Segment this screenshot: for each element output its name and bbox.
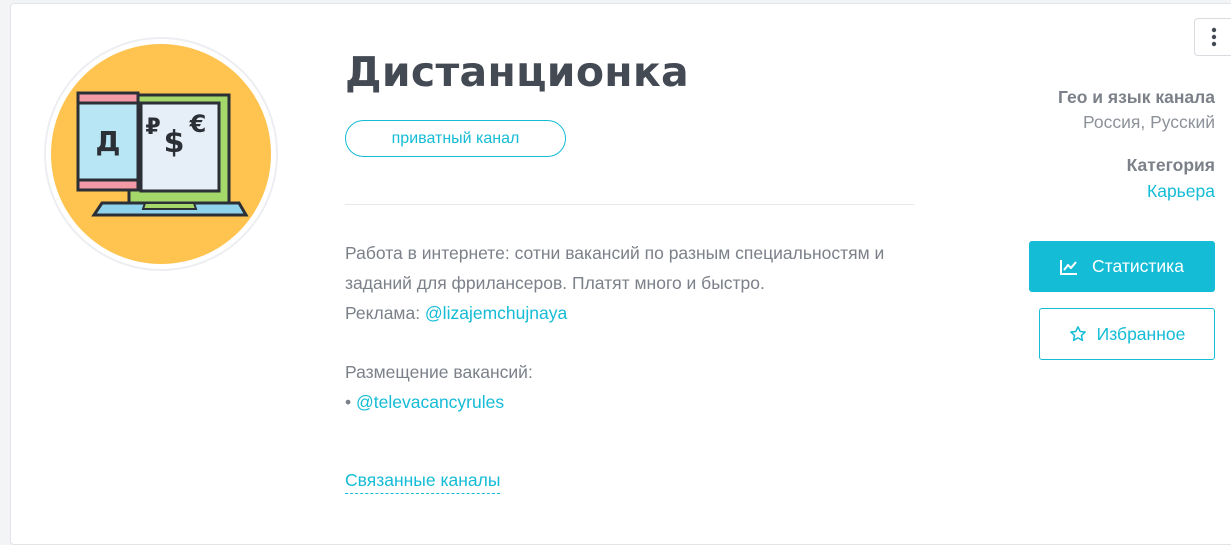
- category-link[interactable]: Карьера: [1127, 181, 1215, 202]
- description-text: Работа в интернете: сотни вакансий по ра…: [345, 243, 885, 293]
- dollar-symbol: $: [164, 125, 185, 160]
- channel-avatar: Д ₽ $ €: [44, 37, 278, 271]
- ruble-symbol: ₽: [145, 115, 160, 140]
- statistics-button[interactable]: Статистика: [1029, 241, 1215, 292]
- favorite-button[interactable]: Избранное: [1039, 308, 1215, 360]
- ad-label: Реклама:: [345, 303, 425, 323]
- category-section: Категория Карьера: [1127, 155, 1215, 202]
- vacancies-label: Размещение вакансий:: [345, 362, 533, 382]
- euro-symbol: €: [189, 110, 207, 138]
- bullet: •: [345, 392, 356, 412]
- geo-section: Гео и язык канала Россия, Русский: [1058, 87, 1215, 133]
- vacancies-contact-link[interactable]: @televacancyrules: [356, 392, 504, 412]
- ad-line: Реклама: @lizajemchujnaya: [345, 298, 925, 328]
- geo-label: Гео и язык канала: [1057, 87, 1215, 107]
- divider: [345, 204, 914, 205]
- vacancies-line: • @televacancyrules: [345, 387, 925, 417]
- private-channel-badge[interactable]: приватный канал: [345, 120, 566, 157]
- category-label: Категория: [1126, 155, 1215, 175]
- statistics-label: Статистика: [1092, 256, 1184, 276]
- line-chart-icon: [1060, 259, 1078, 275]
- channel-title: Дистанционка: [345, 48, 690, 96]
- more-options-button[interactable]: [1194, 18, 1231, 56]
- geo-value: Россия, Русский: [1082, 112, 1215, 132]
- channel-description: Работа в интернете: сотни вакансий по ра…: [345, 238, 925, 417]
- ad-contact-link[interactable]: @lizajemchujnaya: [425, 303, 567, 323]
- vertical-dots-icon: [1211, 27, 1217, 47]
- related-channels-link[interactable]: Связанные каналы: [345, 470, 501, 494]
- avatar-letter: Д: [96, 125, 121, 158]
- star-outline-icon: [1069, 326, 1086, 342]
- favorite-label: Избранное: [1096, 323, 1186, 344]
